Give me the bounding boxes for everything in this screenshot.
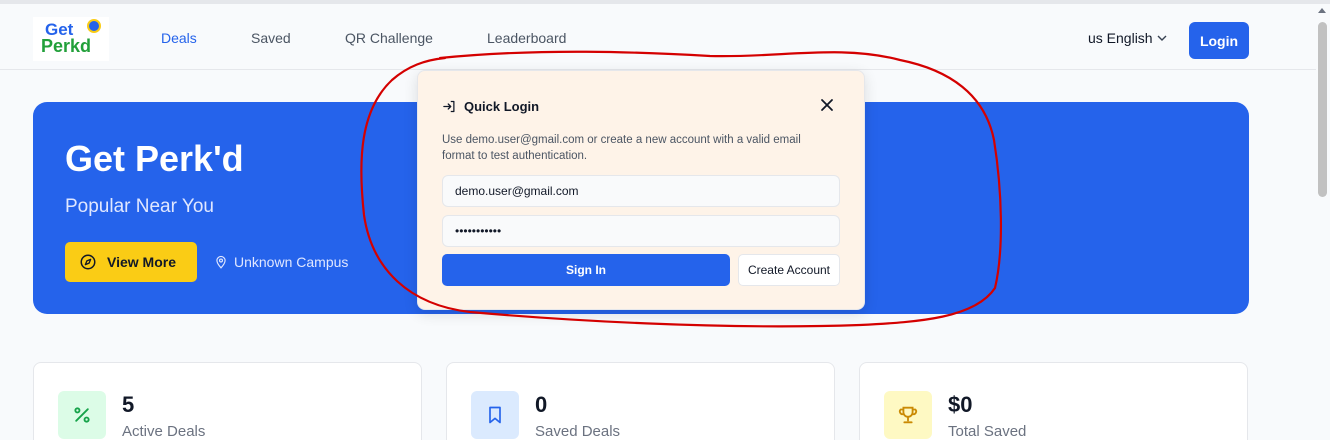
scrollbar-thumb[interactable]	[1318, 22, 1327, 197]
create-account-button[interactable]: Create Account	[738, 254, 840, 286]
dialog-title: Quick Login	[442, 99, 539, 114]
view-more-button[interactable]: View More	[65, 242, 197, 282]
campus-label: Unknown Campus	[234, 254, 349, 270]
dialog-title-text: Quick Login	[464, 99, 540, 114]
hero-title: Get Perk'd	[65, 138, 244, 179]
stat-value: $0	[948, 392, 973, 417]
chevron-down-icon	[1157, 35, 1167, 41]
compass-icon	[80, 254, 96, 270]
stat-label: Total Saved	[948, 423, 1027, 440]
bookmark-icon	[471, 391, 519, 439]
navbar: Get Perkd Deals Saved QR Challenge Leade…	[0, 4, 1316, 70]
gift-icon	[87, 19, 101, 33]
percent-icon	[58, 391, 106, 439]
language-selector[interactable]: us English	[1088, 30, 1167, 46]
nav-link-deals[interactable]: Deals	[161, 30, 197, 46]
stat-card-total-saved: $0 Total Saved	[859, 362, 1248, 440]
email-field[interactable]	[442, 175, 840, 207]
stat-card-saved-deals: 0 Saved Deals	[446, 362, 835, 440]
scroll-up-arrow[interactable]	[1318, 8, 1326, 13]
password-field[interactable]	[442, 215, 840, 247]
view-more-label: View More	[107, 254, 176, 270]
brand-line-2: Perkd	[41, 36, 92, 56]
quick-login-dialog: Quick Login Use demo.user@gmail.com or c…	[417, 70, 865, 310]
stat-card-active-deals: 5 Active Deals	[33, 362, 422, 440]
login-icon	[443, 100, 455, 113]
sign-in-button[interactable]: Sign In	[442, 254, 730, 286]
close-icon[interactable]	[820, 98, 834, 112]
map-pin-icon	[216, 255, 226, 269]
campus-location[interactable]: Unknown Campus	[214, 254, 348, 270]
language-label: us English	[1088, 30, 1153, 46]
dialog-description: Use demo.user@gmail.com or create a new …	[442, 134, 801, 162]
stat-value: 0	[535, 392, 548, 417]
brand-logo[interactable]: Get Perkd	[33, 17, 109, 61]
login-button[interactable]: Login	[1189, 22, 1249, 59]
nav-link-saved[interactable]: Saved	[251, 30, 291, 46]
stat-label: Saved Deals	[535, 423, 621, 440]
stat-value: 5	[122, 392, 135, 417]
nav-link-qr-challenge[interactable]: QR Challenge	[345, 30, 433, 46]
nav-link-leaderboard[interactable]: Leaderboard	[487, 30, 566, 46]
stat-label: Active Deals	[122, 423, 206, 440]
trophy-icon	[884, 391, 932, 439]
hero-subtitle: Popular Near You	[65, 196, 214, 217]
